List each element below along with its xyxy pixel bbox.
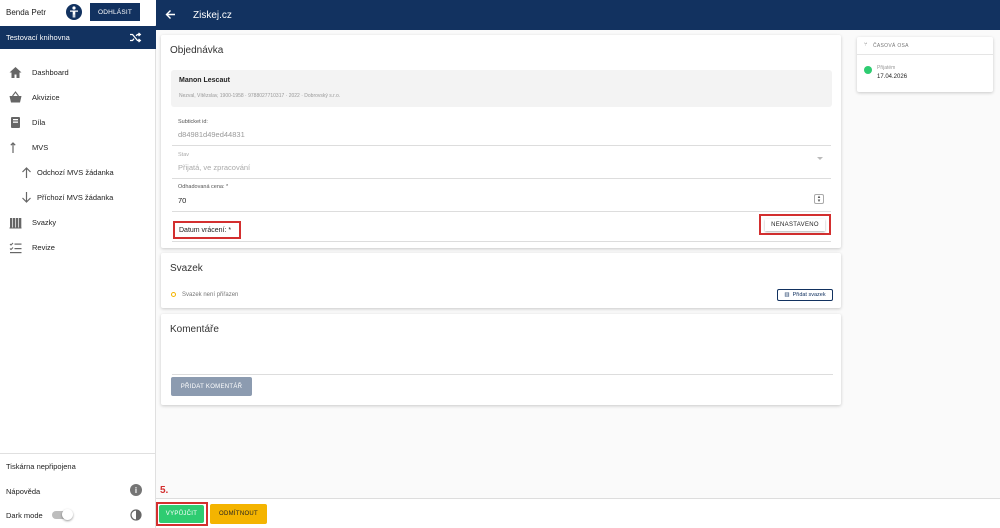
logout-button[interactable]: ODHLÁSIT xyxy=(90,3,140,21)
add-bundle-label: Přidat svazek xyxy=(792,292,826,298)
warning-dot-icon xyxy=(171,292,176,297)
sidebar-item-akvizice[interactable]: Akvizice xyxy=(0,85,156,110)
timeline-card: ⑂ ČASOVÁ OSA Přijatém 17.04.2026 xyxy=(857,37,993,92)
return-date-button-label: NENASTAVENO xyxy=(765,218,825,231)
sidebar-item-svazky[interactable]: Svazky xyxy=(0,210,156,235)
timeline-header: ⑂ ČASOVÁ OSA xyxy=(857,37,993,55)
dark-mode-toggle-knob[interactable] xyxy=(62,509,73,520)
order-title: Objednávka xyxy=(170,45,224,56)
sidebar-item-mvs[interactable]: MVS xyxy=(0,135,156,160)
divider xyxy=(0,453,156,454)
sidebar-item-revize[interactable]: Revize xyxy=(0,235,156,260)
library-icon xyxy=(9,216,22,229)
add-comment-button[interactable]: PŘIDAT KOMENTÁŘ xyxy=(171,377,252,396)
book-meta: Nezval, Vítězslav, 1900-1958 · 978802771… xyxy=(179,93,341,99)
reject-button[interactable]: ODMÍTNOUT xyxy=(210,504,267,524)
shuffle-icon[interactable] xyxy=(129,32,142,45)
price-stepper[interactable]: ▴ ▾ xyxy=(814,194,824,204)
timeline-entry-status: Přijatém xyxy=(877,65,896,71)
sidebar-item-label: MVS xyxy=(32,143,49,152)
sidebar-item-label: Příchozí MVS žádanka xyxy=(37,193,114,202)
arrow-down-icon xyxy=(20,191,33,204)
return-date-label: Datum vrácení: * xyxy=(173,221,241,239)
book-title: Manon Lescaut xyxy=(179,77,230,84)
swap-vertical-icon xyxy=(9,141,22,154)
comments-title: Komentáře xyxy=(170,324,219,335)
sidebar-item-label: Revize xyxy=(32,243,55,252)
price-label: Odhadovaná cena: * xyxy=(178,184,229,190)
lend-button[interactable]: VYPŮJČIT xyxy=(159,505,204,523)
library-switcher[interactable]: Testovací knihovna xyxy=(0,26,156,49)
sidebar-item-dashboard[interactable]: Dashboard xyxy=(0,60,156,85)
checklist-icon xyxy=(9,241,22,254)
status-label: Stav xyxy=(178,152,190,158)
library-name: Testovací knihovna xyxy=(6,33,70,42)
user-row: Benda Petr ODHLÁSIT xyxy=(0,0,156,25)
sidebar: Benda Petr ODHLÁSIT Testovací knihovna D… xyxy=(0,0,156,528)
accessibility-icon[interactable] xyxy=(66,4,82,20)
sidebar-item-label: Svazky xyxy=(32,218,57,227)
sidebar-item-label: Akvizice xyxy=(32,93,60,102)
dark-mode-label: Dark mode xyxy=(6,511,43,520)
user-name: Benda Petr xyxy=(6,8,47,17)
subticket-value: d84981d49ed44831 xyxy=(178,130,245,139)
step-number: 5. xyxy=(160,485,169,496)
divider xyxy=(172,241,831,242)
sidebar-item-label: Dashboard xyxy=(32,68,69,77)
timeline-dot xyxy=(864,66,872,74)
bundle-card: Svazek Svazek není přiřazen ▥ Přidat sva… xyxy=(161,253,841,308)
book-summary: Manon Lescaut Nezval, Vítězslav, 1900-19… xyxy=(171,70,832,107)
divider xyxy=(172,178,831,179)
home-icon xyxy=(9,66,22,79)
sidebar-item-dila[interactable]: Díla xyxy=(0,110,156,135)
action-footer xyxy=(156,498,1000,528)
printer-status: Tiskárna nepřipojena xyxy=(6,462,76,471)
comments-card: Komentáře PŘIDAT KOMENTÁŘ xyxy=(161,314,841,405)
sidebar-item-odchozi-mvs[interactable]: Odchozí MVS žádanka xyxy=(0,160,156,185)
divider xyxy=(172,211,831,212)
arrow-up-icon xyxy=(20,166,33,179)
book-icon xyxy=(9,116,22,129)
timeline-title: ČASOVÁ OSA xyxy=(873,43,909,49)
bundle-title: Svazek xyxy=(170,263,203,274)
page-title: Ziskej.cz xyxy=(193,10,232,21)
divider xyxy=(172,374,833,375)
subticket-label: Subticket id: xyxy=(178,119,208,125)
top-bar: Ziskej.cz xyxy=(156,0,1000,30)
sidebar-item-label: Odchozí MVS žádanka xyxy=(37,168,114,177)
return-date-button[interactable]: NENASTAVENO xyxy=(759,214,831,235)
sidebar-item-label: Díla xyxy=(32,118,46,127)
add-bundle-button[interactable]: ▥ Přidat svazek xyxy=(777,289,833,301)
timeline-icon: ⑂ xyxy=(864,42,868,48)
chevron-down-icon[interactable] xyxy=(817,157,823,160)
help-link[interactable]: Nápověda xyxy=(6,487,40,496)
bundle-status: Svazek není přiřazen xyxy=(182,292,239,298)
price-input[interactable]: 70 xyxy=(178,196,186,205)
info-icon[interactable]: i xyxy=(130,484,142,496)
bundle-icon: ▥ xyxy=(784,292,790,298)
basket-icon xyxy=(9,91,22,104)
order-card: Objednávka Manon Lescaut Nezval, Vítězsl… xyxy=(161,35,841,248)
status-select[interactable]: Přijatá, ve zpracování xyxy=(178,163,250,172)
timeline-entry-date: 17.04.2026 xyxy=(877,74,908,80)
back-arrow-icon[interactable] xyxy=(165,9,176,22)
sidebar-item-prichozi-mvs[interactable]: Příchozí MVS žádanka xyxy=(0,185,156,210)
contrast-icon[interactable] xyxy=(130,509,142,521)
divider xyxy=(172,145,831,146)
